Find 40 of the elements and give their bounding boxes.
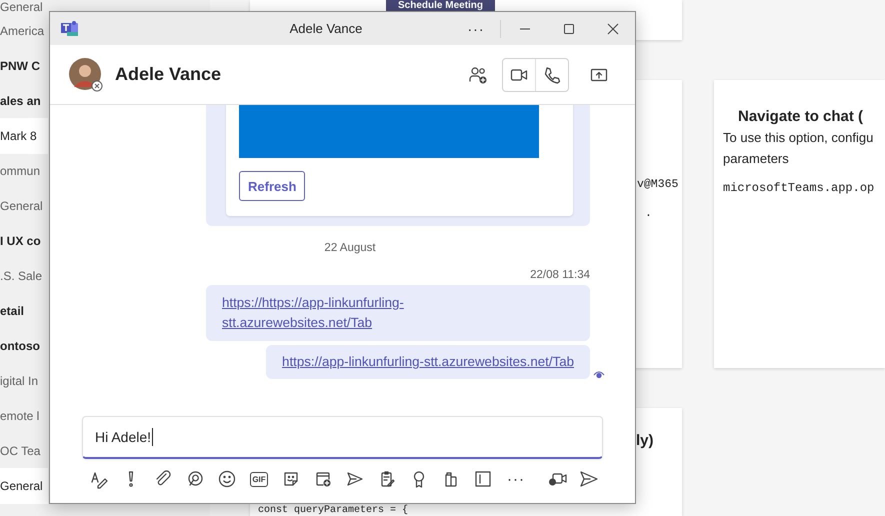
refresh-button[interactable]: Refresh — [239, 171, 306, 201]
teams-logo-icon — [61, 21, 78, 36]
card-text: parameters — [723, 150, 790, 168]
channel-item[interactable]: ales an — [0, 83, 48, 119]
card-text: To use this option, configu — [723, 129, 874, 147]
channel-item[interactable]: General — [0, 468, 48, 504]
channel-item[interactable]: emote l — [0, 398, 48, 434]
more-button[interactable]: ··· — [503, 467, 529, 491]
code-line: microsoftTeams.app.op — [723, 181, 876, 195]
channel-item[interactable]: General — [0, 188, 48, 224]
channel-item[interactable]: igital In — [0, 363, 48, 399]
maximize-icon[interactable] — [563, 22, 575, 34]
message-field[interactable]: Hi Adele! — [82, 416, 603, 459]
channel-item[interactable]: PNW C — [0, 48, 48, 84]
schedule-meeting-button[interactable]: Schedule Meeting — [386, 0, 496, 11]
message-link[interactable]: https://app-linkunfurling-stt.azurewebsites.net/Tab — [282, 352, 574, 372]
more-options-button[interactable]: ··· — [454, 12, 498, 45]
read-receipt-icon — [593, 370, 605, 379]
channel-item[interactable]: .S. Sale — [0, 258, 48, 294]
card-title: ly) — [636, 432, 655, 449]
code-line: . — [645, 207, 653, 220]
date-divider: 22 August — [324, 242, 376, 254]
code-line: v@M365 — [637, 178, 680, 191]
avatar-icon — [69, 58, 103, 92]
code-line: const queryParameters = { — [258, 506, 410, 516]
channel-item[interactable]: OC Tea — [0, 433, 48, 469]
channel-item[interactable]: I UX co — [0, 223, 48, 259]
channel-item[interactable]: America — [0, 13, 48, 49]
message-time: 22/08 11:34 — [530, 269, 590, 281]
channel-item[interactable]: ommun — [0, 153, 48, 189]
message-link[interactable]: https://https://app-linkunfurling-stt.azurewebsites.net/Tab — [222, 293, 530, 333]
card-title: Navigate to chat ( — [738, 108, 864, 125]
channel-item[interactable]: Mark 8 — [0, 118, 48, 154]
channel-item[interactable]: etail — [0, 293, 48, 329]
close-icon[interactable] — [607, 22, 619, 34]
window-title: Adele Vance — [288, 21, 364, 36]
channel-item[interactable]: General — [0, 0, 48, 16]
contact-name: Adele Vance — [115, 64, 222, 85]
channel-item[interactable]: ontoso — [0, 328, 48, 364]
gif-button[interactable]: GIF — [247, 467, 271, 491]
